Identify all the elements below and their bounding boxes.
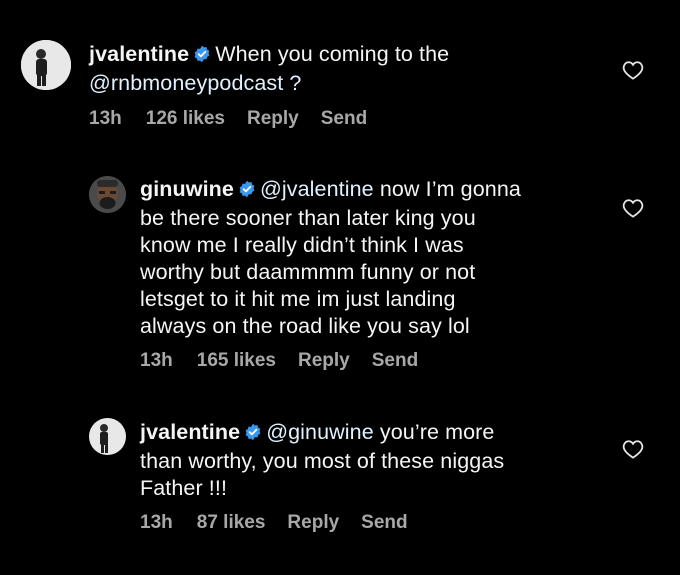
comment-text-line: be there sooner than later king you: [140, 206, 476, 230]
timestamp: 13h: [140, 350, 173, 371]
comment-text: ginuwine @jvalentine now I’m gonna be the…: [140, 176, 630, 340]
reply-button[interactable]: Reply: [287, 512, 339, 533]
avatar-photo: [89, 418, 126, 455]
likes-count[interactable]: 126 likes: [146, 108, 225, 129]
verified-badge-icon: [238, 178, 256, 205]
avatar-photo: [89, 176, 126, 213]
verified-badge-icon: [244, 421, 262, 448]
comment-text-line: now I’m gonna: [379, 177, 521, 201]
timestamp: 13h: [89, 108, 122, 129]
timestamp: 13h: [140, 512, 173, 533]
likes-count[interactable]: 165 likes: [197, 350, 276, 371]
heart-outline-icon[interactable]: [622, 439, 644, 464]
heart-outline-icon[interactable]: [622, 198, 644, 223]
reply-button[interactable]: Reply: [298, 350, 350, 371]
avatar[interactable]: [21, 40, 71, 90]
comment-text-line: than worthy, you most of these niggas: [140, 449, 505, 473]
comment-text-line: always on the road like you say lol: [140, 314, 470, 338]
avatar[interactable]: [89, 418, 126, 455]
comment-text: jvalentine @ginuwine you’re more than wor…: [140, 419, 630, 502]
comment-text-line: worthy but daammmm funny or not: [140, 260, 476, 284]
comment-meta: 13h 87 likes Reply Send: [140, 512, 430, 534]
avatar[interactable]: [89, 176, 126, 213]
heart-outline-icon[interactable]: [622, 60, 644, 85]
send-button[interactable]: Send: [321, 108, 367, 129]
mention-link[interactable]: @ginuwine: [266, 420, 374, 444]
comment-text-line: know me I really didn’t think I was: [140, 233, 464, 257]
likes-count[interactable]: 87 likes: [197, 512, 266, 533]
mention-link[interactable]: @rnbmoneypodcast ?: [89, 71, 301, 95]
comment-meta: 13h 165 likes Reply Send: [140, 350, 440, 372]
username[interactable]: jvalentine: [89, 42, 189, 66]
comment-text-line: letsget to it hit me im just landing: [140, 287, 456, 311]
reply-button[interactable]: Reply: [247, 108, 299, 129]
send-button[interactable]: Send: [372, 350, 418, 371]
comment-text: jvalentine When you coming to the @rnbmon…: [89, 41, 609, 97]
username[interactable]: jvalentine: [140, 420, 240, 444]
mention-link[interactable]: @jvalentine: [260, 177, 374, 201]
username[interactable]: ginuwine: [140, 177, 234, 201]
comment-text-line: you’re more: [379, 420, 495, 444]
avatar-photo: [21, 40, 71, 90]
comment-meta: 13h 126 likes Reply Send: [89, 108, 389, 130]
verified-badge-icon: [193, 43, 211, 70]
comment-text-line: When you coming to the: [215, 42, 450, 66]
send-button[interactable]: Send: [361, 512, 407, 533]
comment-text-line: Father !!!: [140, 476, 228, 500]
